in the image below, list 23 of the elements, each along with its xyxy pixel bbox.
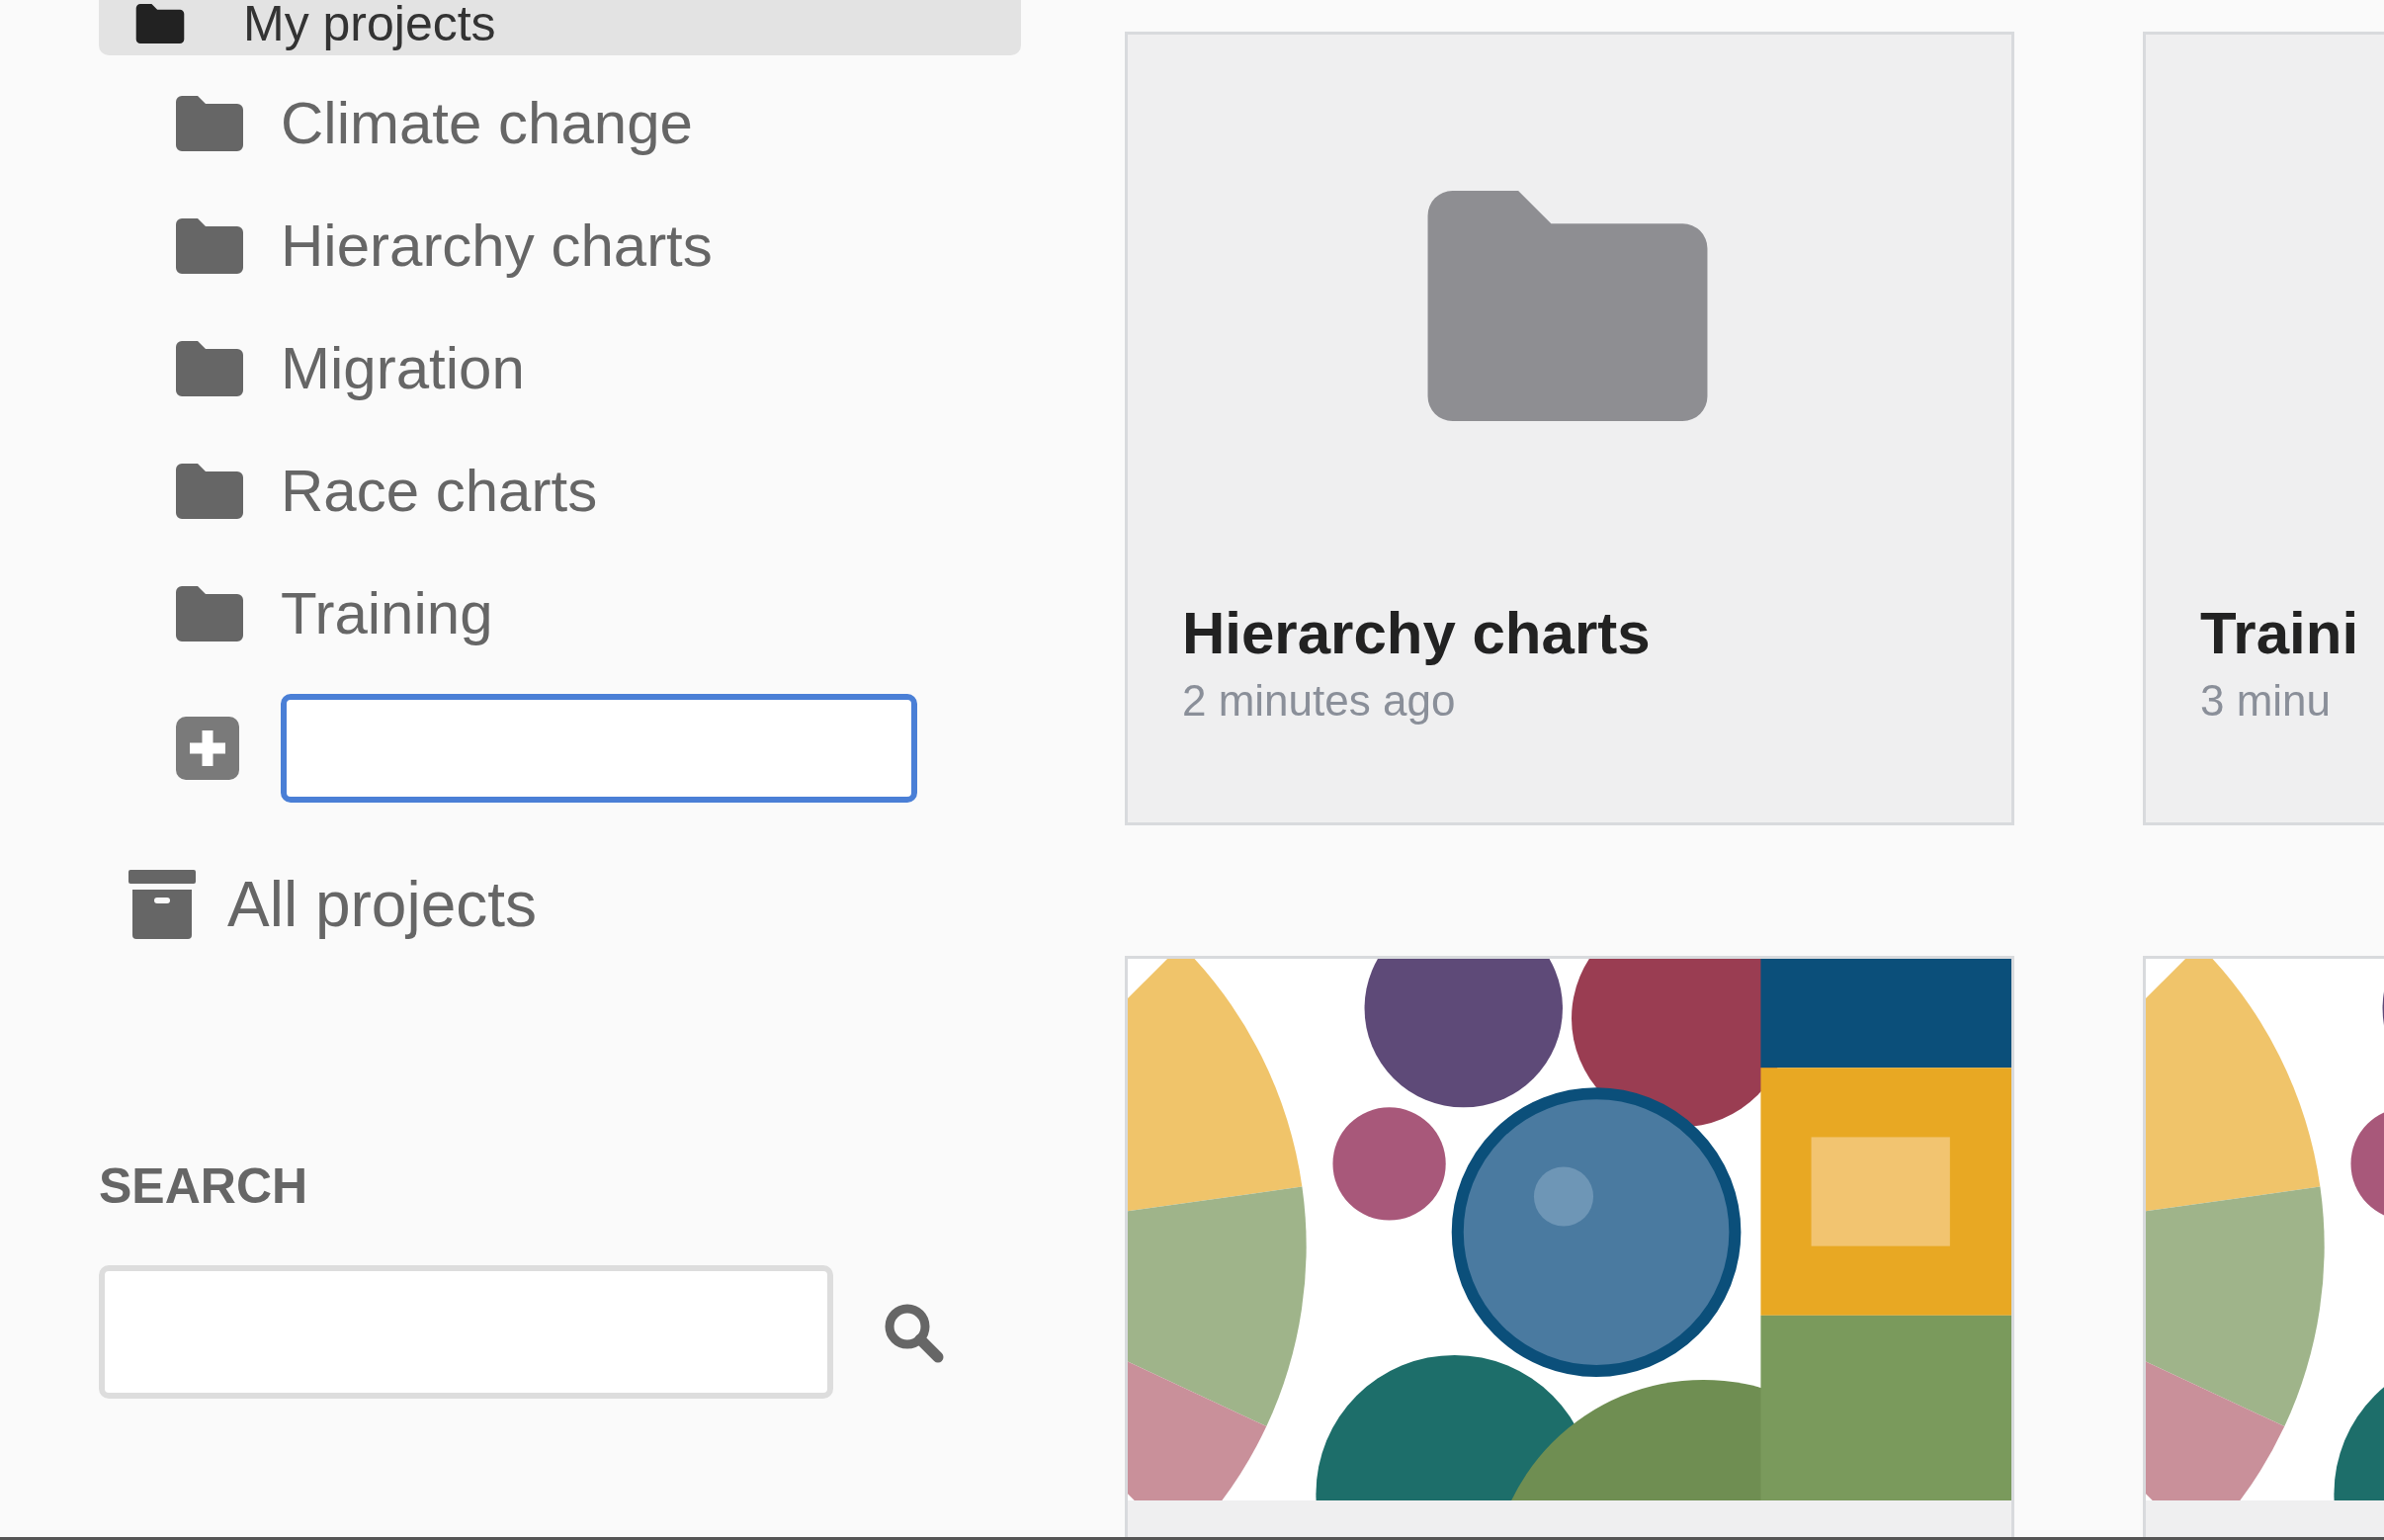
folder-item[interactable]: Training	[176, 553, 1021, 675]
folder-name-field[interactable]	[281, 694, 917, 803]
folder-icon	[176, 218, 243, 274]
folder-icon	[176, 341, 243, 396]
folder-icon	[176, 464, 243, 519]
archive-icon	[128, 870, 196, 939]
folder-item[interactable]: Race charts	[176, 430, 1021, 553]
folder-card[interactable]: Hierarchy charts 2 minutes ago	[1125, 32, 2014, 825]
folder-card[interactable]: Traini 3 minu	[2143, 32, 2384, 825]
folder-item[interactable]: Climate change	[176, 62, 1021, 185]
card-title: Hierarchy charts	[1182, 599, 1652, 668]
add-icon[interactable]	[176, 717, 239, 780]
card-time: 3 minu	[2200, 675, 2333, 727]
card-time: 2 minutes ago	[1182, 675, 1457, 727]
search-label: SEARCH	[99, 1161, 309, 1211]
folder-item[interactable]: Migration	[176, 307, 1021, 430]
card-title: Traini	[2200, 599, 2360, 668]
folder-icon	[176, 586, 243, 642]
search-field[interactable]	[99, 1265, 833, 1399]
sidebar-item[interactable]: My projects	[99, 0, 1021, 55]
folder-item[interactable]: Hierarchy charts	[176, 185, 1021, 307]
folder-icon	[176, 96, 243, 151]
sidebar-item[interactable]: All projects	[99, 870, 1021, 939]
